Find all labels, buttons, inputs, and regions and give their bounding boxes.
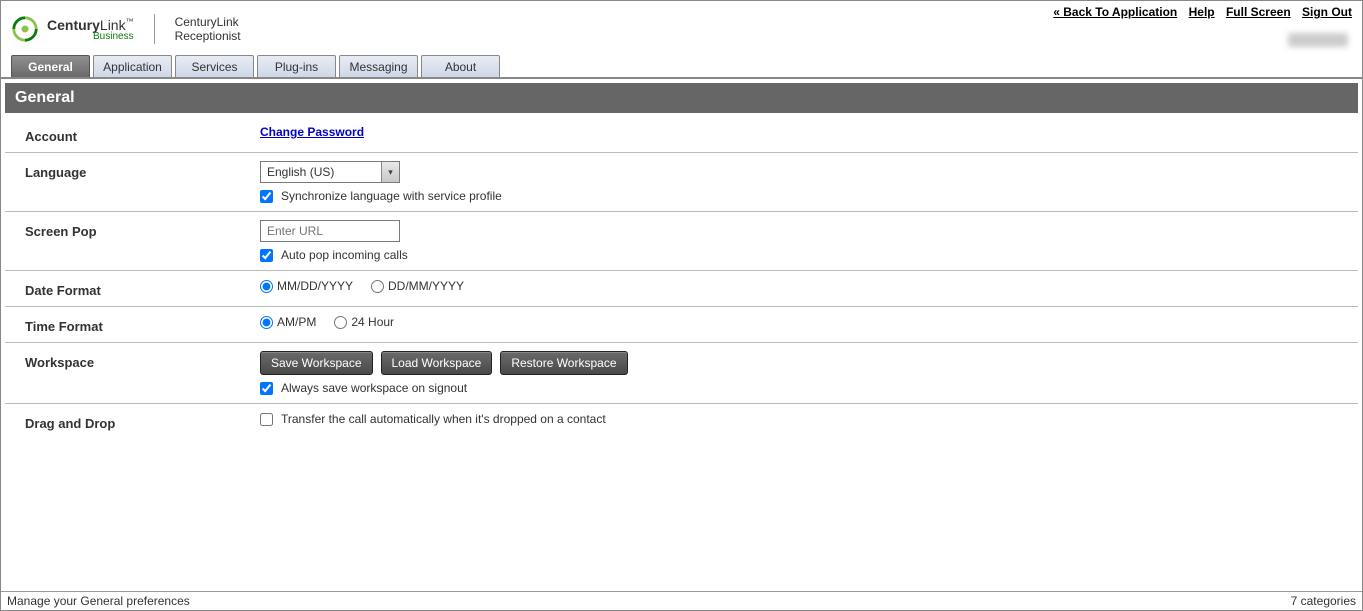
transfer-on-drop-checkbox[interactable] <box>260 413 273 426</box>
language-selected-value: English (US) <box>261 165 381 179</box>
dateformat-opt2[interactable]: DD/MM/YYYY <box>371 279 464 293</box>
transfer-on-drop-label: Transfer the call automatically when it'… <box>281 412 606 426</box>
company-name: CenturyLink™ Business <box>47 17 134 42</box>
header-divider <box>154 14 155 44</box>
section-dateformat: Date Format MM/DD/YYYY DD/MM/YYYY <box>5 271 1358 307</box>
help-link[interactable]: Help <box>1189 5 1215 19</box>
change-password-link[interactable]: Change Password <box>260 125 364 139</box>
dateformat-radio-mdy[interactable] <box>260 280 273 293</box>
section-dragdrop: Drag and Drop Transfer the call automati… <box>5 404 1358 439</box>
screenpop-url-input[interactable] <box>260 220 400 242</box>
user-name-blurred <box>1288 33 1348 47</box>
panel-content: Account Change Password Language English… <box>1 117 1362 439</box>
centurylink-logo-icon <box>11 15 39 43</box>
dateformat-radio-dmy[interactable] <box>371 280 384 293</box>
screenpop-label: Screen Pop <box>25 220 260 262</box>
timeformat-opt1[interactable]: AM/PM <box>260 315 316 329</box>
back-to-app-link[interactable]: « Back To Application <box>1053 5 1177 19</box>
timeformat-radio-ampm[interactable] <box>260 316 273 329</box>
status-right: 7 categories <box>1291 594 1356 608</box>
tab-about[interactable]: About <box>421 55 500 77</box>
save-workspace-button[interactable]: Save Workspace <box>260 351 373 375</box>
dateformat-opt1[interactable]: MM/DD/YYYY <box>260 279 353 293</box>
dateformat-label: Date Format <box>25 279 260 298</box>
logo-area: CenturyLink™ Business CenturyLink Recept… <box>11 14 241 44</box>
timeformat-opt2[interactable]: 24 Hour <box>334 315 394 329</box>
sync-language-label: Synchronize language with service profil… <box>281 189 502 203</box>
fullscreen-link[interactable]: Full Screen <box>1226 5 1291 19</box>
tab-messaging[interactable]: Messaging <box>339 55 418 77</box>
top-links: « Back To Application Help Full Screen S… <box>1045 5 1352 19</box>
panel: General Account Change Password Language… <box>1 77 1362 439</box>
timeformat-label: Time Format <box>25 315 260 334</box>
account-label: Account <box>25 125 260 144</box>
always-save-label: Always save workspace on signout <box>281 381 467 395</box>
section-workspace: Workspace Save Workspace Load Workspace … <box>5 343 1358 404</box>
language-select[interactable]: English (US) ▾ <box>260 161 400 183</box>
app-title: CenturyLink Receptionist <box>175 15 241 44</box>
autopop-checkbox[interactable] <box>260 249 273 262</box>
load-workspace-button[interactable]: Load Workspace <box>381 351 493 375</box>
tabs-bar: General Application Services Plug-ins Me… <box>1 55 1362 77</box>
tab-application[interactable]: Application <box>93 55 172 77</box>
signout-link[interactable]: Sign Out <box>1302 5 1352 19</box>
always-save-checkbox[interactable] <box>260 382 273 395</box>
dropdown-button[interactable]: ▾ <box>381 162 399 182</box>
language-label: Language <box>25 161 260 203</box>
timeformat-radio-24h[interactable] <box>334 316 347 329</box>
section-timeformat: Time Format AM/PM 24 Hour <box>5 307 1358 343</box>
status-left: Manage your General preferences <box>7 594 190 608</box>
restore-workspace-button[interactable]: Restore Workspace <box>500 351 627 375</box>
autopop-label: Auto pop incoming calls <box>281 248 408 262</box>
panel-title: General <box>5 83 1358 113</box>
tab-plugins[interactable]: Plug-ins <box>257 55 336 77</box>
section-screenpop: Screen Pop Auto pop incoming calls <box>5 212 1358 271</box>
sync-language-checkbox[interactable] <box>260 190 273 203</box>
section-language: Language English (US) ▾ Synchronize lang… <box>5 153 1358 212</box>
status-bar: Manage your General preferences 7 catego… <box>1 591 1362 610</box>
tab-general[interactable]: General <box>11 55 90 77</box>
tab-services[interactable]: Services <box>175 55 254 77</box>
workspace-label: Workspace <box>25 351 260 395</box>
section-account: Account Change Password <box>5 117 1358 153</box>
chevron-down-icon: ▾ <box>388 167 393 178</box>
dragdrop-label: Drag and Drop <box>25 412 260 431</box>
